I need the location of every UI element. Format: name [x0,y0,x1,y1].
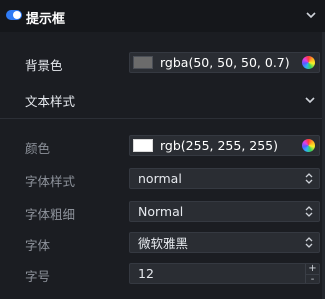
tooltip-settings-panel: 提示框 背景色 rgba(50, 50, 50, 0.7) 文本样式 颜色 rg… [0,0,325,299]
font-weight-label: 字体粗细 [25,207,76,222]
background-color-value: rgba(50, 50, 50, 0.7) [160,55,290,70]
increment-button[interactable]: + [306,264,319,274]
section-header[interactable]: 提示框 [0,0,325,32]
font-style-select[interactable]: normal [129,168,320,189]
background-color-label: 背景色 [25,58,63,73]
font-family-select[interactable]: 微软雅黑 [129,232,320,253]
font-size-label: 字号 [25,269,51,284]
background-color-swatch[interactable] [133,56,153,69]
divider [0,118,325,119]
background-color-field[interactable]: rgba(50, 50, 50, 0.7) [129,52,320,73]
chevron-down-icon[interactable] [306,11,316,19]
font-size-stepper[interactable]: + - [305,264,319,285]
color-label: 颜色 [25,141,51,156]
font-weight-value: Normal [138,204,184,219]
font-weight-select[interactable]: Normal [129,201,320,222]
text-style-section-label[interactable]: 文本样式 [25,91,75,110]
color-wheel-icon[interactable] [302,139,315,152]
font-color-swatch[interactable] [133,139,153,152]
font-family-value: 微软雅黑 [138,236,189,251]
font-style-label: 字体样式 [25,174,76,189]
enable-toggle[interactable] [6,10,22,20]
font-color-field[interactable]: rgb(255, 255, 255) [129,135,320,156]
decrement-button[interactable]: - [306,274,319,285]
font-size-value[interactable]: 12 [130,266,154,281]
color-wheel-icon[interactable] [302,56,315,69]
font-style-value: normal [138,171,182,186]
updown-arrows-icon [305,206,313,217]
section-title: 提示框 [26,12,66,27]
updown-arrows-icon [305,173,313,184]
updown-arrows-icon [305,237,313,248]
toggle-knob [13,11,21,19]
chevron-down-icon[interactable] [305,96,315,104]
font-size-input[interactable]: 12 + - [129,263,320,285]
font-family-label: 字体 [25,238,51,253]
